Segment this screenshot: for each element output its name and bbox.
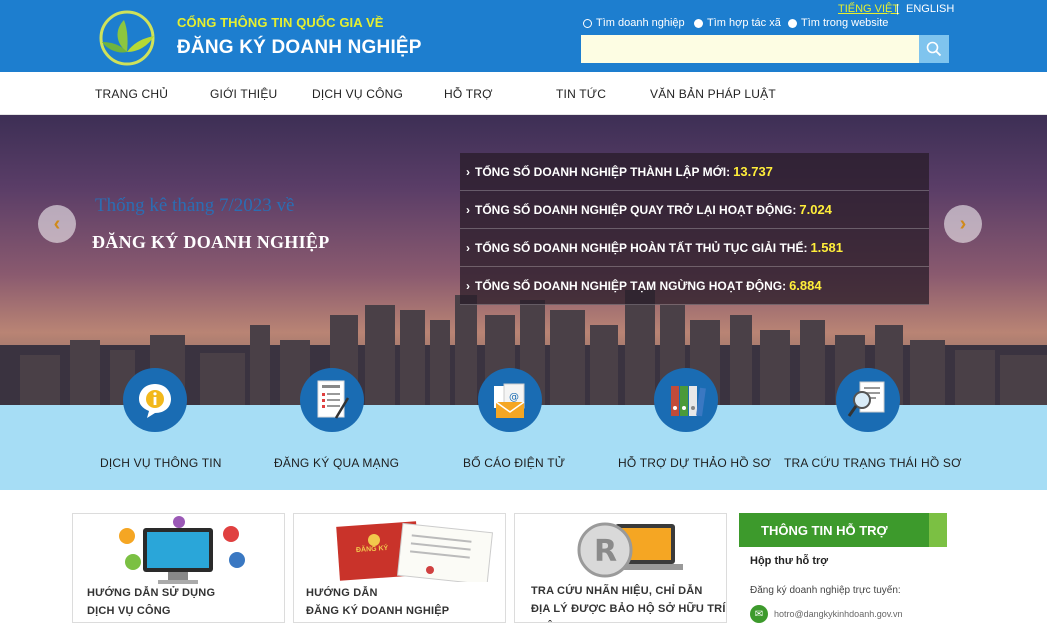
service-label[interactable]: ĐĂNG KÝ QUA MẠNG xyxy=(274,456,399,470)
stat-value: 13.737 xyxy=(733,164,773,179)
lang-vietnamese-link[interactable]: TIẾNG VIỆT xyxy=(838,3,899,15)
lang-separator: | xyxy=(896,3,899,15)
stat-value: 6.884 xyxy=(789,278,822,293)
search-input[interactable] xyxy=(581,35,919,63)
search-option-enterprise[interactable]: Tìm doanh nghiệp xyxy=(583,17,685,29)
stat-value: 1.581 xyxy=(810,240,843,255)
card-title-line: DỊCH VỤ CÔNG xyxy=(87,605,171,617)
nav-item-legal-documents[interactable]: VĂN BẢN PHÁP LUẬT xyxy=(650,87,776,101)
svg-text:@: @ xyxy=(509,392,519,403)
statistics-panel: › TỔNG SỐ DOANH NGHIỆP THÀNH LẬP MỚI: 13… xyxy=(460,153,929,305)
form-icon xyxy=(317,380,350,419)
registered-trademark-image: R xyxy=(577,522,683,578)
radio-selected-icon xyxy=(788,18,797,28)
stat-row[interactable]: › TỔNG SỐ DOANH NGHIỆP THÀNH LẬP MỚI: 13… xyxy=(460,153,929,191)
support-description: Đăng ký doanh nghiệp trực tuyến: xyxy=(750,585,901,596)
search-button[interactable] xyxy=(919,35,949,63)
nav-item-news[interactable]: TIN TỨC xyxy=(556,87,606,101)
search-option-cooperative[interactable]: Tìm hợp tác xã xyxy=(694,17,781,29)
site-title[interactable]: ĐĂNG KÝ DOANH NGHIỆP xyxy=(177,37,422,59)
main-nav: TRANG CHỦ GIỚI THIỆU DỊCH VỤ CÔNG HỖ TRỢ… xyxy=(0,72,1047,115)
email-icon: @ xyxy=(494,383,525,418)
card-title-line: HƯỚNG DẪN xyxy=(306,587,378,599)
service-e-announcement-button[interactable]: @ xyxy=(478,368,542,432)
radio-selected-icon xyxy=(694,18,703,28)
search-option-website[interactable]: Tìm trong website xyxy=(788,17,888,29)
stat-row[interactable]: › TỔNG SỐ DOANH NGHIỆP HOÀN TẤT THỦ TỤC … xyxy=(460,229,929,267)
support-heading: THÔNG TIN HỖ TRỢ xyxy=(739,513,929,547)
hero-headline: ĐĂNG KÝ DOANH NGHIỆP xyxy=(92,232,330,252)
support-email-link[interactable]: hotro@dangkykinhdoanh.gov.vn xyxy=(774,609,903,619)
carousel-prev-button[interactable]: ‹ xyxy=(38,205,76,243)
search-icon xyxy=(926,41,942,57)
service-online-registration-button[interactable] xyxy=(300,368,364,432)
chevron-right-icon: › xyxy=(466,164,470,179)
nav-item-about[interactable]: GIỚI THIỆU xyxy=(210,87,277,101)
site-logo[interactable] xyxy=(98,8,160,66)
site-header: CỔNG THÔNG TIN QUỐC GIA VỀ ĐĂNG KÝ DOANH… xyxy=(0,0,1047,72)
service-label[interactable]: DỊCH VỤ THÔNG TIN xyxy=(100,456,222,470)
svg-text:R: R xyxy=(594,534,617,569)
site-subtitle: CỔNG THÔNG TIN QUỐC GIA VỀ xyxy=(177,15,384,30)
card-trademark-lookup[interactable]: R TRA CỨU NHÃN HIỆU, CHỈ DẪN ĐỊA LÝ ĐƯỢC… xyxy=(514,513,727,623)
carousel-next-button[interactable]: › xyxy=(944,205,982,243)
stat-row[interactable]: › TỔNG SỐ DOANH NGHIỆP TẠM NGỪNG HOẠT ĐỘ… xyxy=(460,267,929,305)
chevron-right-icon: › xyxy=(466,202,470,217)
chevron-right-icon: › xyxy=(959,212,967,235)
nav-item-support[interactable]: HỖ TRỢ xyxy=(444,87,493,101)
hero-banner: Thống kê tháng 7/2023 về ĐĂNG KÝ DOANH N… xyxy=(0,115,1047,405)
card-title-line: ĐĂNG KÝ DOANH NGHIỆP xyxy=(306,605,450,617)
support-header: THÔNG TIN HỖ TRỢ xyxy=(739,513,947,547)
nav-item-home[interactable]: TRANG CHỦ xyxy=(95,87,168,101)
stat-label: TỔNG SỐ DOANH NGHIỆP THÀNH LẬP MỚI: xyxy=(475,164,731,179)
service-info-button[interactable] xyxy=(123,368,187,432)
monitor-apps-image xyxy=(119,516,245,584)
binders-icon xyxy=(671,386,706,417)
hero-caption: Thống kê tháng 7/2023 về xyxy=(95,195,295,216)
card-public-service-guide[interactable]: HƯỚNG DẪN SỬ DỤNG DỊCH VỤ CÔNG xyxy=(72,513,285,623)
card-title-line: TRA CỨU NHÃN HIỆU, CHỈ DẪN xyxy=(531,585,703,597)
stat-label: TỔNG SỐ DOANH NGHIỆP TẠM NGỪNG HOẠT ĐỘNG… xyxy=(475,278,787,293)
search-option-label: Tìm trong website xyxy=(801,17,889,29)
service-draft-support-button[interactable] xyxy=(654,368,718,432)
search-option-label: Tìm doanh nghiệp xyxy=(596,17,685,29)
service-status-lookup-button[interactable] xyxy=(836,368,900,432)
stat-value: 7.024 xyxy=(799,202,832,217)
info-icon xyxy=(139,384,171,418)
card-title-line: HƯỚNG DẪN SỬ DỤNG xyxy=(87,587,216,599)
lang-english-link[interactable]: ENGLISH xyxy=(906,3,954,15)
search-option-label: Tìm hợp tác xã xyxy=(707,17,781,29)
support-email-row[interactable]: ✉ hotro@dangkykinhdoanh.gov.vn xyxy=(750,605,903,623)
support-mailbox-title: Hộp thư hỗ trợ xyxy=(750,555,829,567)
chevron-left-icon: ‹ xyxy=(53,212,61,235)
magnifier-icon xyxy=(847,381,885,417)
mail-icon: ✉ xyxy=(750,605,768,623)
card-title-line: ĐỊA LÝ ĐƯỢC BẢO HỘ SỞ HỮU TRÍ TUỆ xyxy=(531,603,726,622)
support-panel: THÔNG TIN HỖ TRỢ Hộp thư hỗ trợ Đăng ký … xyxy=(739,513,947,623)
radio-unselected-icon xyxy=(583,18,592,28)
stat-label: TỔNG SỐ DOANH NGHIỆP HOÀN TẤT THỦ TỤC GI… xyxy=(475,240,808,255)
stat-row[interactable]: › TỔNG SỐ DOANH NGHIỆP QUAY TRỞ LẠI HOẠT… xyxy=(460,191,929,229)
card-registration-guide[interactable]: ĐĂNG KÝ HƯỚNG DẪN ĐĂNG KÝ DOANH NGHIỆP xyxy=(293,513,506,623)
chevron-right-icon: › xyxy=(466,278,470,293)
service-label[interactable]: BỐ CÁO ĐIỆN TỬ xyxy=(463,456,565,470)
service-label[interactable]: TRA CỨU TRẠNG THÁI HỒ SƠ xyxy=(784,456,962,470)
chevron-right-icon: › xyxy=(466,240,470,255)
nav-item-public-services[interactable]: DỊCH VỤ CÔNG xyxy=(312,87,403,101)
stat-label: TỔNG SỐ DOANH NGHIỆP QUAY TRỞ LẠI HOẠT Đ… xyxy=(475,202,797,217)
service-label[interactable]: HỖ TRỢ DỰ THẢO HỒ SƠ xyxy=(618,456,771,470)
